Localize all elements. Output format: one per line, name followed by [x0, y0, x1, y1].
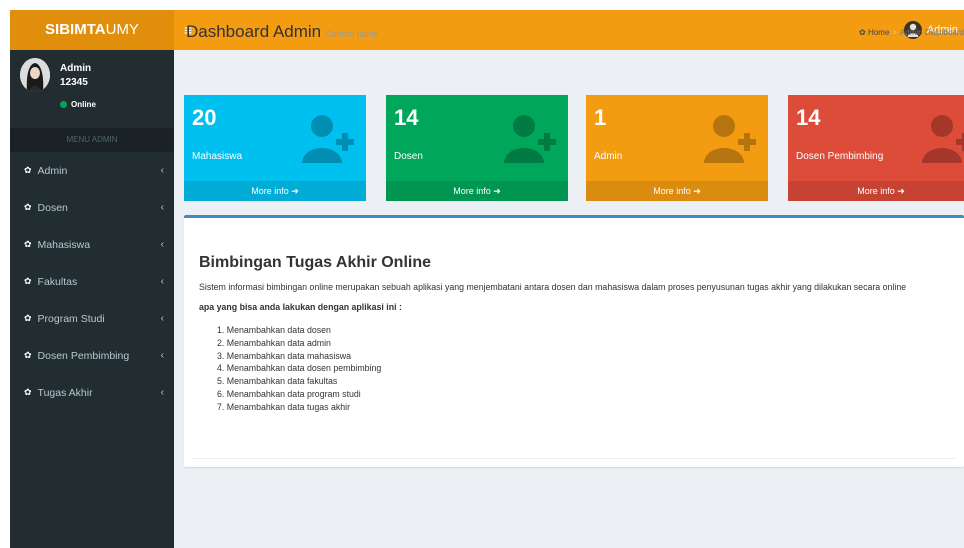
stat-boxes: 20 Mahasiswa More info ➔ 14 Dosen More i…: [184, 95, 964, 201]
page-title-text: Dashboard Admin: [186, 22, 322, 41]
user-plus-icon: [504, 115, 556, 163]
home-icon: ✿: [859, 28, 866, 37]
stat-value: 1: [594, 105, 607, 130]
sidebar-item-label: Dosen Pembimbing: [37, 349, 130, 362]
breadcrumb-current: Admin Dashboard: [899, 28, 964, 37]
dashboard-icon: ✿: [24, 313, 32, 323]
info-title: Bimbingan Tugas Akhir Online: [199, 254, 432, 271]
stat-value: 14: [394, 105, 419, 130]
breadcrumb-home-link[interactable]: Home: [868, 28, 889, 37]
chevron-left-icon: ‹: [160, 276, 164, 287]
sidebar: Admin 12345 Online MENU ADMIN ✿ Admin ‹ ✿ Do…: [10, 50, 174, 548]
sidebar-user-id: 12345: [60, 77, 88, 88]
box-divider: [192, 458, 956, 459]
stat-label: Admin: [594, 151, 623, 162]
content-header: Dashboard Admin Control panel ✿ Home > Admi…: [186, 22, 964, 52]
stat-box-admin: 1 Admin More info ➔: [586, 95, 768, 201]
stat-value: 20: [192, 105, 217, 130]
sidebar-item-dosen-pembimbing[interactable]: ✿ Dosen Pembimbing ‹: [10, 337, 174, 374]
info-box: Bimbingan Tugas Akhir Online Sistem info…: [184, 215, 964, 467]
status-label: Online: [71, 100, 96, 109]
chevron-left-icon: ‹: [160, 239, 164, 250]
list-item: 2. Menambahkan data admin: [217, 337, 331, 348]
more-info-link[interactable]: More info ➔: [386, 181, 568, 201]
sidebar-item-label: Program Studi: [37, 312, 105, 325]
sidebar-item-label: Admin: [37, 164, 68, 177]
dashboard-icon: ✿: [24, 350, 32, 360]
info-box-body: Bimbingan Tugas Akhir Online Sistem info…: [199, 254, 954, 414]
logo-bold: SIBIMTA: [45, 21, 106, 38]
page-subtitle: Control panel: [325, 29, 379, 39]
more-info-link[interactable]: More info ➔: [586, 181, 768, 201]
user-plus-icon: [704, 115, 756, 163]
breadcrumb-separator: >: [892, 28, 897, 37]
sidebar-item-label: Fakultas: [37, 275, 78, 288]
list-item: 3. Menambahkan data mahasiswa: [217, 350, 351, 361]
chevron-left-icon: ‹: [160, 165, 164, 176]
feature-list: 1. Menambahkan data dosen 2. Menambahkan…: [199, 324, 954, 414]
stat-label: Mahasiswa: [192, 151, 243, 162]
more-info-link[interactable]: More info ➔: [184, 181, 366, 201]
sidebar-item-fakultas[interactable]: ✿ Fakultas ‹: [10, 263, 174, 300]
sidebar-user-info: Admin 12345: [60, 62, 91, 90]
chevron-left-icon: ‹: [160, 387, 164, 398]
sidebar-menu-header: MENU ADMIN: [10, 128, 174, 152]
page-title: Dashboard Admin Control panel: [186, 22, 964, 42]
user-plus-icon: [922, 115, 964, 163]
dashboard-icon: ✿: [24, 202, 32, 212]
list-item: 6. Menambahkan data program studi: [217, 388, 361, 399]
sidebar-item-label: Mahasiswa: [37, 238, 91, 251]
list-item: 7. Menambahkan data tugas akhir: [217, 401, 351, 412]
sidebar-item-program-studi[interactable]: ✿ Program Studi ‹: [10, 300, 174, 337]
sidebar-item-label: Dosen: [37, 201, 68, 214]
breadcrumb: ✿ Home > Admin Dashboard: [859, 28, 964, 37]
stat-label: Dosen Pembimbing: [796, 151, 884, 162]
app-logo[interactable]: SIBIMTAUMY: [10, 10, 174, 50]
online-dot-icon: [60, 101, 67, 108]
dashboard-icon: ✿: [24, 387, 32, 397]
chevron-left-icon: ‹: [160, 202, 164, 213]
avatar: [20, 58, 50, 92]
dashboard-icon: ✿: [24, 276, 32, 286]
stat-box-dosen-pembimbing: 14 Dosen Pembimbing More info ➔: [788, 95, 964, 201]
list-item: 4. Menambahkan data dosen pembimbing: [217, 363, 382, 374]
sidebar-item-admin[interactable]: ✿ Admin ‹: [10, 152, 174, 189]
sidebar-item-label: Tugas Akhir: [37, 386, 93, 399]
stat-value: 14: [796, 105, 821, 130]
sidebar-user-name: Admin: [60, 63, 92, 74]
stat-box-dosen: 14 Dosen More info ➔: [386, 95, 568, 201]
info-description: Sistem informasi bimbingan online merupa…: [199, 282, 907, 292]
user-panel: Admin 12345 Online: [10, 50, 174, 124]
stat-label: Dosen: [394, 151, 423, 162]
info-question: apa yang bisa anda lakukan dengan aplika…: [199, 302, 402, 312]
sidebar-item-tugas-akhir[interactable]: ✿ Tugas Akhir ‹: [10, 374, 174, 411]
chevron-left-icon: ‹: [160, 350, 164, 361]
stat-box-mahasiswa: 20 Mahasiswa More info ➔: [184, 95, 366, 201]
dashboard-icon: ✿: [24, 239, 32, 249]
dashboard-icon: ✿: [24, 165, 32, 175]
logo-light: UMY: [105, 21, 139, 38]
sidebar-menu: ✿ Admin ‹ ✿ Dosen ‹ ✿ Mahasiswa ‹ ✿ Fakultas ‹ ✿ Prog…: [10, 152, 174, 411]
chevron-left-icon: ‹: [160, 313, 164, 324]
sidebar-item-dosen[interactable]: ✿ Dosen ‹: [10, 189, 174, 226]
list-item: 5. Menambahkan data fakultas: [217, 376, 338, 387]
sidebar-item-mahasiswa[interactable]: ✿ Mahasiswa ‹: [10, 226, 174, 263]
app-frame: SIBIMTAUMY ≡ Admin Admin 12345 Online ME…: [10, 10, 964, 548]
more-info-link[interactable]: More info ➔: [788, 181, 964, 201]
user-plus-icon: [302, 115, 354, 163]
list-item: 1. Menambahkan data dosen: [217, 325, 331, 335]
status-badge: Online: [60, 100, 96, 109]
